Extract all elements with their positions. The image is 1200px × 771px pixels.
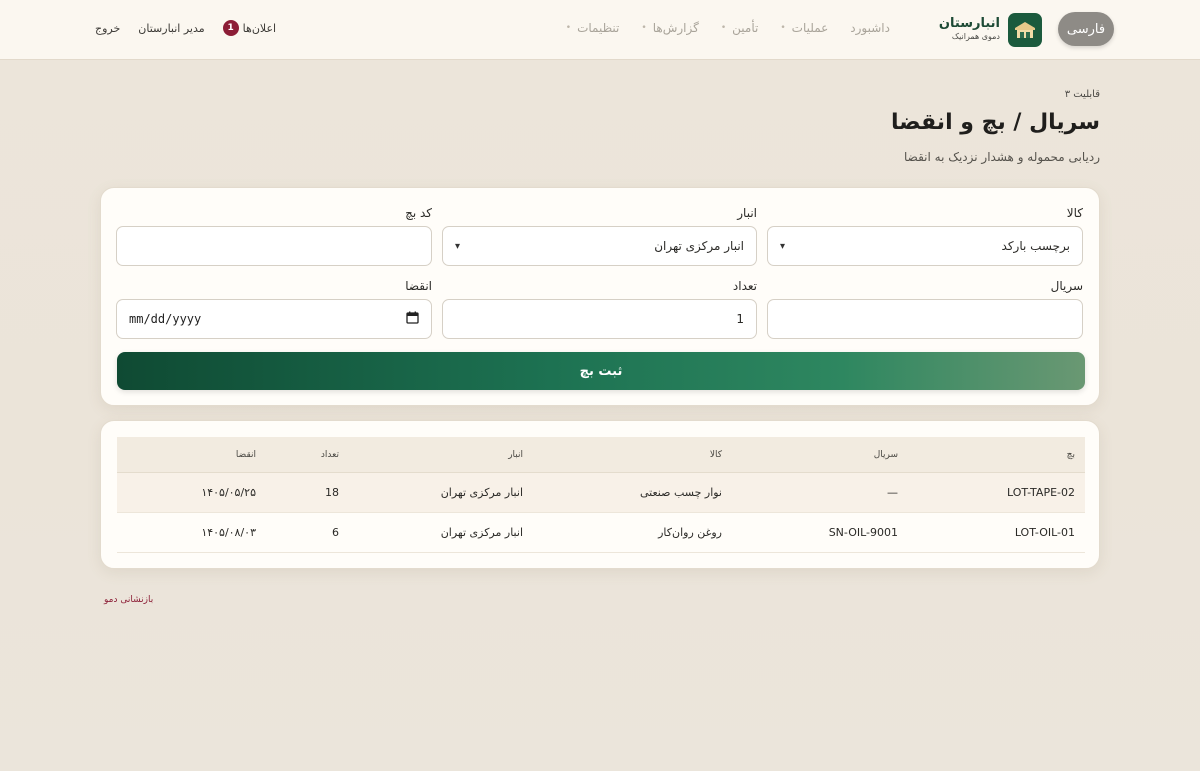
item-label: کالا xyxy=(1066,206,1083,220)
warehouse-select[interactable]: انبار مرکزی تهران ▾ xyxy=(442,226,757,266)
batches-table-card: بچ سریال کالا انبار تعداد انقضا LOT-TAPE… xyxy=(100,420,1100,569)
cell-batch: LOT-OIL-01 xyxy=(1014,526,1075,539)
cell-batch: LOT-TAPE-02 xyxy=(1006,486,1075,499)
page-kicker: قابلیت ۳ xyxy=(1064,89,1100,100)
table-header-row: بچ سریال کالا انبار تعداد انقضا xyxy=(117,437,1085,473)
dropdown-dot-icon: • xyxy=(720,23,727,33)
main-nav: داشبورد عملیات • تأمین • گزارش‌ها • تنظیمات… xyxy=(566,21,890,35)
dropdown-dot-icon: • xyxy=(565,23,572,33)
cell-warehouse: انبار مرکزی تهران xyxy=(440,526,523,539)
dropdown-dot-icon: • xyxy=(780,23,786,33)
quantity-input[interactable]: 1 xyxy=(442,299,757,339)
serial-input[interactable] xyxy=(767,299,1083,339)
column-header-batch: بچ xyxy=(1066,449,1075,460)
cell-item: روغن روان‌کار xyxy=(658,526,722,539)
cell-expiry: ۱۴۰۵/۰۸/۰۳ xyxy=(201,526,256,539)
page-title: سریال / بچ و انقضا xyxy=(891,110,1100,135)
expiry-placeholder: mm/dd/yyyy xyxy=(129,312,202,326)
batch-code-input[interactable] xyxy=(116,226,432,266)
nav-operations[interactable]: عملیات • xyxy=(780,21,828,35)
nav-supply[interactable]: تأمین • xyxy=(721,21,759,35)
cell-serial: — xyxy=(887,486,898,499)
user-area: خروج مدیر انبارستان اعلان‌ها 1 xyxy=(95,20,276,36)
reset-demo-link[interactable]: بازنشانی دمو xyxy=(104,595,153,605)
cell-item: نوار چسب صنعتی xyxy=(640,486,722,499)
cell-expiry: ۱۴۰۵/۰۵/۲۵ xyxy=(201,486,256,499)
column-header-expiry: انقضا xyxy=(235,449,256,460)
serial-label: سریال xyxy=(1050,279,1083,293)
warehouse-label: انبار xyxy=(737,206,757,220)
cell-quantity: 6 xyxy=(332,526,339,539)
cell-warehouse: انبار مرکزی تهران xyxy=(440,486,523,499)
notifications-badge: 1 xyxy=(222,20,239,36)
column-header-warehouse: انبار xyxy=(508,449,523,460)
cell-quantity: 18 xyxy=(325,486,339,499)
table-row[interactable]: LOT-OIL-01 SN-OIL-9001 روغن روان‌کار انب… xyxy=(117,513,1085,553)
batches-table: بچ سریال کالا انبار تعداد انقضا LOT-TAPE… xyxy=(117,437,1085,553)
nav-settings[interactable]: تنظیمات • xyxy=(566,21,620,35)
chevron-down-icon: ▾ xyxy=(780,240,786,252)
column-header-serial: سریال xyxy=(873,449,898,460)
warehouse-select-value: انبار مرکزی تهران xyxy=(654,239,744,253)
brand-subtitle: دموی همرانیک xyxy=(951,32,1000,41)
top-bar: فارسی انبارستان دموی همرانیک داشبورد عمل… xyxy=(0,0,1200,60)
table-row[interactable]: LOT-TAPE-02 — نوار چسب صنعتی انبار مرکزی… xyxy=(117,473,1085,513)
expiry-date-input[interactable]: mm/dd/yyyy xyxy=(116,299,432,339)
nav-label: گزارش‌ها xyxy=(652,21,699,35)
logout-link[interactable]: خروج xyxy=(95,22,120,35)
notifications-label: اعلان‌ها xyxy=(242,21,277,35)
language-button[interactable]: فارسی xyxy=(1058,12,1114,46)
warehouse-logo-icon[interactable] xyxy=(1008,13,1042,47)
item-select-value: برچسب بارکد xyxy=(1001,239,1070,253)
column-header-item: کالا xyxy=(709,449,722,460)
notifications-link[interactable]: اعلان‌ها 1 xyxy=(222,20,277,36)
chevron-down-icon: ▾ xyxy=(455,240,461,252)
brand: انبارستان دموی همرانیک xyxy=(939,16,1000,42)
brand-name: انبارستان xyxy=(938,16,1000,31)
user-name[interactable]: مدیر انبارستان xyxy=(138,22,204,35)
expiry-label: انقضا xyxy=(405,279,432,293)
nav-label: تنظیمات xyxy=(577,21,620,35)
nav-dashboard[interactable]: داشبورد xyxy=(850,21,890,35)
page-subtitle: ردیابی محموله و هشدار نزدیک به انقضا xyxy=(904,150,1100,164)
calendar-icon[interactable] xyxy=(406,311,419,327)
quantity-label: تعداد xyxy=(732,279,757,293)
dropdown-dot-icon: • xyxy=(641,23,647,33)
batch-form-card: کالا برچسب بارکد ▾ انبار انبار مرکزی تهر… xyxy=(100,187,1100,406)
nav-label: عملیات xyxy=(791,21,829,35)
nav-reports[interactable]: گزارش‌ها • xyxy=(641,21,698,35)
cell-serial: SN-OIL-9001 xyxy=(828,526,898,539)
item-select[interactable]: برچسب بارکد ▾ xyxy=(767,226,1083,266)
nav-label: داشبورد xyxy=(850,21,890,35)
nav-label: تأمین xyxy=(732,21,759,35)
column-header-quantity: تعداد xyxy=(320,449,339,460)
submit-batch-button[interactable]: ثبت بچ xyxy=(117,352,1085,390)
batch-code-label: کد بچ xyxy=(405,206,432,220)
